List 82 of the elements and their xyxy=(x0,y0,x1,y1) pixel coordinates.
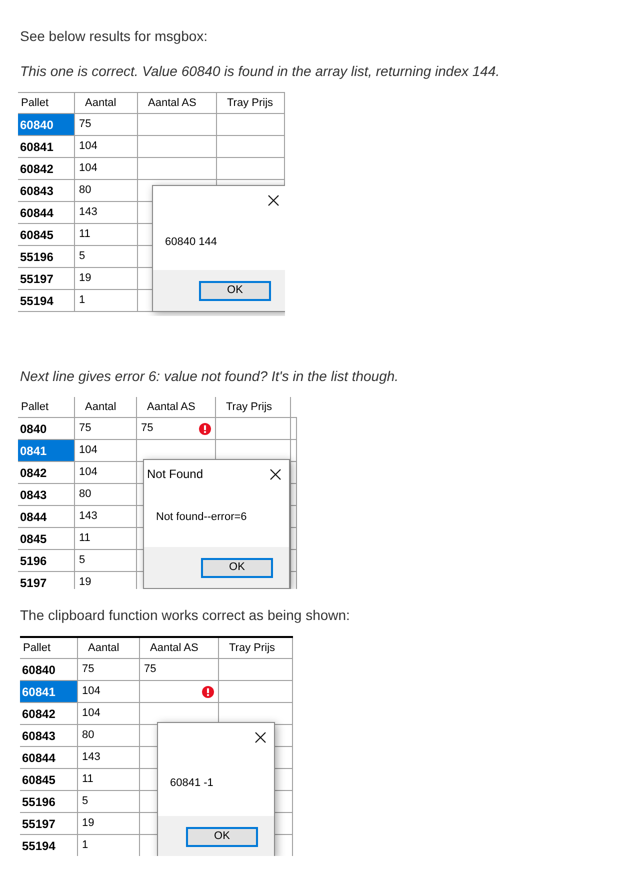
row-header-cell[interactable]: 0840 xyxy=(18,418,75,439)
table-cell-text: 143 xyxy=(82,750,100,766)
row-header-cell[interactable]: 5197 xyxy=(18,572,75,589)
row-header-cell[interactable]: 5196 xyxy=(18,550,75,571)
row-header-cell[interactable]: 0843 xyxy=(18,484,75,505)
table-cell-text: 1 xyxy=(82,838,88,854)
table-cell-text: 5 xyxy=(82,794,88,810)
column-header: Tray Prijs xyxy=(226,400,272,415)
table-cell-text: 143 xyxy=(79,509,98,524)
row-header-cell[interactable]: 60840 xyxy=(20,659,78,680)
ok-button[interactable]: OK xyxy=(201,558,273,578)
table-cell-text: 11 xyxy=(82,772,94,788)
table-cell-text: 80 xyxy=(79,183,92,198)
table-cell-text: 104 xyxy=(79,443,98,458)
table-cell-text: 104 xyxy=(79,161,98,176)
close-icon[interactable] xyxy=(255,732,266,742)
table-cell-text: 75 xyxy=(79,421,92,436)
column-header: Aantal AS xyxy=(148,96,196,111)
column-header: Aantal xyxy=(85,96,116,111)
close-icon[interactable] xyxy=(268,194,279,206)
row-header-cell[interactable]: 55197 xyxy=(18,268,75,289)
table-cell-text: 5 xyxy=(79,553,86,568)
column-header: Pallet xyxy=(21,96,49,111)
table-cell-text: 1 xyxy=(79,293,86,308)
row-header-cell[interactable]: 55197 xyxy=(20,813,78,834)
table-cell-text: 5 xyxy=(79,249,86,264)
column-header: Aantal xyxy=(88,640,120,656)
table-cell-text: 19 xyxy=(82,816,94,832)
error-icon xyxy=(202,686,214,698)
table-cell-text: 19 xyxy=(79,575,92,589)
table-cell-text: 80 xyxy=(79,487,92,502)
paragraph: This one is correct. Value 60840 is found in the array list, returning index 144. xyxy=(20,62,501,81)
ok-button[interactable]: OK xyxy=(199,280,271,300)
paragraph: The clipboard function works correct as being shown: xyxy=(20,606,351,625)
row-header-cell[interactable]: 60841 xyxy=(20,681,78,702)
row-header-cell[interactable]: 55196 xyxy=(20,791,78,812)
row-header-cell[interactable]: 60840 xyxy=(18,114,75,135)
row-header-cell[interactable]: 60843 xyxy=(20,725,78,746)
table-cell-text: 19 xyxy=(79,271,92,286)
row-header-cell[interactable]: 55196 xyxy=(18,246,75,267)
row-header-cell[interactable]: 0842 xyxy=(18,462,75,483)
column-header: Aantal AS xyxy=(147,400,196,415)
row-header-cell[interactable]: 60845 xyxy=(20,769,78,790)
column-header: Tray Prijs xyxy=(227,96,274,111)
paragraph: See below results for msgbox: xyxy=(20,27,209,46)
table-cell-text: 104 xyxy=(79,465,98,480)
dialog-message: 60840 144 xyxy=(165,234,217,250)
table-cell-text: 75 xyxy=(79,117,92,132)
paragraph: Next line gives error 6: value not found? It's in the list though. xyxy=(20,367,400,386)
row-header-cell[interactable]: 60842 xyxy=(18,158,75,179)
column-header: Pallet xyxy=(23,640,51,656)
dialog-message: Not found--error=6 xyxy=(156,510,247,526)
dialog-message: 60841 -1 xyxy=(170,776,214,792)
column-header: Tray Prijs xyxy=(229,640,276,656)
row-header-cell[interactable]: 60844 xyxy=(18,202,75,223)
table-cell-text: 104 xyxy=(82,706,100,722)
row-header-cell[interactable]: 0844 xyxy=(18,506,75,527)
column-header: Aantal AS xyxy=(150,640,198,656)
row-header-cell[interactable]: 60845 xyxy=(18,224,75,245)
row-header-cell[interactable]: 60841 xyxy=(18,136,75,157)
table-cell-text: 11 xyxy=(79,227,90,242)
dialog-title: Not Found xyxy=(147,466,204,483)
row-header-cell[interactable]: 0845 xyxy=(18,528,75,549)
error-icon xyxy=(199,422,211,434)
close-icon[interactable] xyxy=(270,468,281,480)
row-header-cell[interactable]: 60844 xyxy=(20,747,78,768)
row-header-cell[interactable]: 60842 xyxy=(20,703,78,724)
table-cell-text: 104 xyxy=(82,684,100,700)
row-header-cell[interactable]: 60843 xyxy=(18,180,75,201)
table-cell-text: 75 xyxy=(141,421,154,436)
ok-button[interactable]: OK xyxy=(186,826,258,846)
table-cell-text: 143 xyxy=(79,205,98,220)
table-cell-text: 75 xyxy=(82,662,94,678)
table-cell-text: 11 xyxy=(79,531,90,546)
table-cell-text: 75 xyxy=(144,662,156,678)
column-header: Pallet xyxy=(21,400,49,415)
column-header: Aantal xyxy=(85,400,116,415)
table-cell-text: 104 xyxy=(79,139,98,154)
row-header-cell[interactable]: 55194 xyxy=(18,290,75,311)
row-header-cell[interactable]: 0841 xyxy=(18,440,75,461)
table-cell-text: 80 xyxy=(82,728,94,744)
row-header-cell[interactable]: 55194 xyxy=(20,835,78,856)
